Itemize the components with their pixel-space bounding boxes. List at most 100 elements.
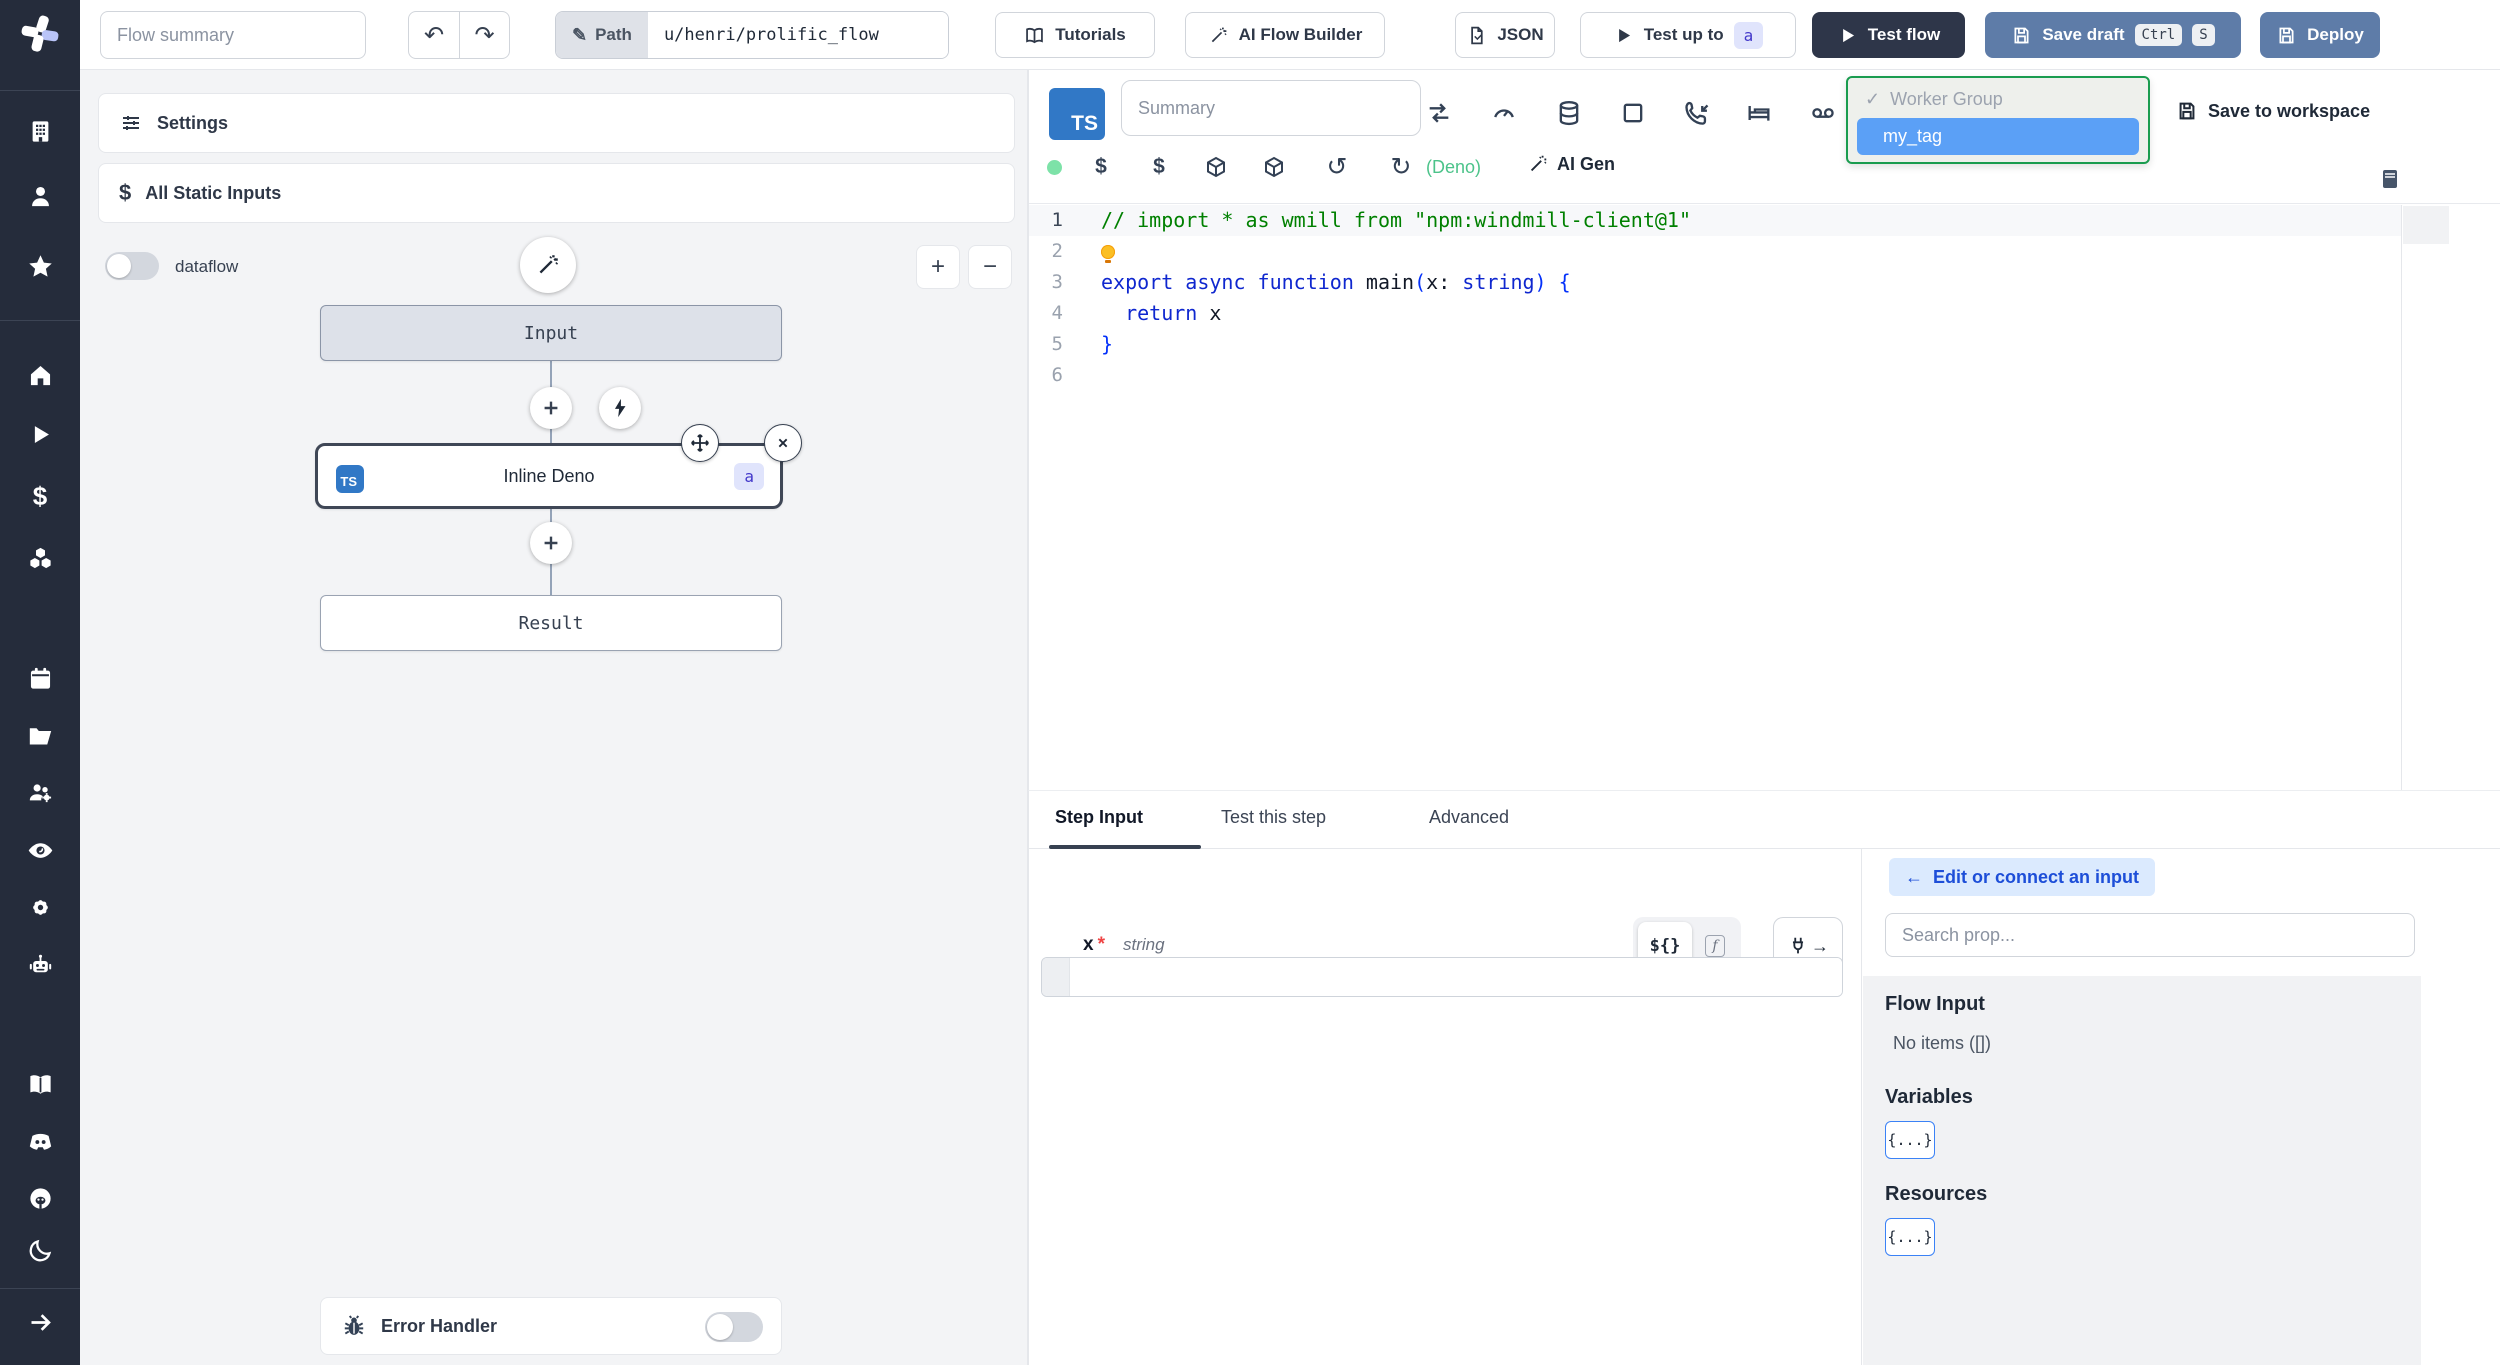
insert-step-button[interactable] <box>530 387 572 429</box>
code-lines[interactable]: 1// import * as wmill from "npm:windmill… <box>1029 205 2401 391</box>
test-up-to-button[interactable]: Test up to a <box>1580 12 1796 58</box>
field-value-container <box>1041 957 1843 997</box>
reload-icon[interactable]: ↻ <box>1384 150 1418 184</box>
move-step-handle[interactable] <box>681 424 719 462</box>
tab-step-input[interactable]: Step Input <box>1055 807 1143 828</box>
edit-or-connect-button[interactable]: ← Edit or connect an input <box>1889 858 2155 896</box>
field-value-input[interactable] <box>1070 958 1842 996</box>
early-stop-square-icon[interactable] <box>1615 95 1651 131</box>
user-icon[interactable] <box>16 172 64 220</box>
dollar-icon: $ <box>119 180 132 205</box>
save-to-workspace-button[interactable]: Save to workspace <box>2176 100 2370 122</box>
sidebar-divider <box>0 320 80 321</box>
retry-icon[interactable] <box>1421 95 1457 131</box>
favorites-star-icon[interactable] <box>16 242 64 290</box>
path-group[interactable]: ✎ Path <box>555 11 949 59</box>
ai-wand-button[interactable] <box>520 237 576 293</box>
worker-group-dropdown: ✓ Worker Group my_tag <box>1846 76 2150 164</box>
delete-step-button[interactable] <box>764 424 802 462</box>
workers-robot-icon[interactable] <box>16 941 64 989</box>
audit-eye-icon[interactable] <box>16 826 64 874</box>
worker-group-header-label: Worker Group <box>1890 89 2003 109</box>
concurrency-gauge-icon[interactable] <box>1486 95 1522 131</box>
tutorials-button[interactable]: Tutorials <box>995 12 1155 58</box>
ai-gen-button[interactable]: AI Gen <box>1527 153 1615 175</box>
docs-book-icon[interactable] <box>16 1060 64 1108</box>
all-static-inputs-button[interactable]: $ All Static Inputs <box>98 163 1015 223</box>
suspend-phone-icon[interactable] <box>1679 95 1715 131</box>
library-book-icon[interactable] <box>2373 162 2407 196</box>
kbd-ctrl: Ctrl <box>2134 24 2183 46</box>
error-handler-toggle[interactable] <box>705 1312 763 1342</box>
deploy-button[interactable]: Deploy <box>2260 12 2380 58</box>
save-icon <box>2179 102 2195 120</box>
package-icon[interactable] <box>1257 150 1291 184</box>
runs-play-icon[interactable] <box>16 410 64 458</box>
arrow-left-icon: ← <box>1905 866 1923 887</box>
dark-mode-moon-icon[interactable] <box>16 1226 64 1274</box>
cache-database-icon[interactable] <box>1551 95 1587 131</box>
home-icon[interactable] <box>16 351 64 399</box>
schedules-calendar-icon[interactable] <box>16 654 64 702</box>
trigger-bolt-button[interactable] <box>599 387 641 429</box>
path-chip[interactable]: ✎ Path <box>556 12 648 58</box>
deno-runtime-label[interactable]: (Deno) <box>1426 157 1481 178</box>
resources-cubes-icon[interactable] <box>16 534 64 582</box>
all-static-inputs-label: All Static Inputs <box>145 182 282 203</box>
settings-gear-icon[interactable] <box>16 883 64 931</box>
zoom-out-button[interactable]: − <box>968 245 1012 289</box>
inline-deno-label: Inline Deno <box>503 465 595 486</box>
workspace-building-icon[interactable] <box>16 107 64 155</box>
sleep-bed-icon[interactable] <box>1741 95 1777 131</box>
step-detail-panel: Step Input Test this step Advanced x * s… <box>1028 790 2500 1365</box>
step-summary-input[interactable] <box>1121 80 1421 136</box>
typescript-badge: TS <box>336 465 364 493</box>
history-icon[interactable]: ↺ <box>1320 150 1354 184</box>
windmill-logo[interactable] <box>16 10 64 58</box>
json-button[interactable]: JSON <box>1455 12 1555 58</box>
tutorials-label: Tutorials <box>1055 25 1126 44</box>
path-value-input[interactable] <box>647 12 948 58</box>
variables-dollar-icon[interactable]: $ <box>16 472 64 520</box>
mock-pipe-icon[interactable] <box>1805 95 1841 131</box>
code-right-border <box>2401 205 2402 790</box>
insert-step-button[interactable] <box>530 522 572 564</box>
plus-icon <box>544 401 558 415</box>
tab-advanced[interactable]: Advanced <box>1429 807 1509 828</box>
folders-icon[interactable] <box>16 711 64 759</box>
tab-test-this-step[interactable]: Test this step <box>1221 807 1326 828</box>
error-handler-card[interactable]: Error Handler <box>320 1297 782 1355</box>
worker-group-option-selected[interactable]: my_tag <box>1857 118 2139 155</box>
save-draft-button[interactable]: Save draft Ctrl S <box>1985 12 2241 58</box>
dataflow-toggle[interactable] <box>105 252 159 280</box>
expand-sidebar-arrow-icon[interactable] <box>16 1298 64 1346</box>
redo-button[interactable]: ↷ <box>459 12 509 58</box>
flow-settings-label: Settings <box>157 112 229 133</box>
discord-icon[interactable] <box>16 1117 64 1165</box>
path-dollar-icon[interactable]: $ <box>1084 150 1118 184</box>
worker-group-header[interactable]: ✓ Worker Group <box>1857 85 2139 118</box>
typescript-lang-badge: TS <box>1049 88 1105 140</box>
undo-button[interactable]: ↶ <box>409 12 459 58</box>
flow-input-heading: Flow Input <box>1885 993 1985 1015</box>
github-icon[interactable] <box>16 1174 64 1222</box>
resources-braces-chip[interactable]: {...} <box>1885 1218 1935 1256</box>
save-icon <box>2279 27 2294 43</box>
zoom-in-button[interactable]: + <box>916 245 960 289</box>
package-icon[interactable] <box>1199 150 1233 184</box>
ai-flow-builder-button[interactable]: AI Flow Builder <box>1185 12 1385 58</box>
variables-braces-chip[interactable]: {...} <box>1885 1121 1935 1159</box>
variable-dollar-icon[interactable]: $ <box>1142 150 1176 184</box>
test-flow-button[interactable]: Test flow <box>1812 12 1965 58</box>
input-node[interactable]: Input <box>320 305 782 361</box>
required-asterisk: * <box>1097 934 1105 955</box>
dataflow-label: dataflow <box>175 257 239 276</box>
field-grip[interactable] <box>1042 958 1070 996</box>
groups-settings-icon[interactable] <box>16 768 64 816</box>
search-prop-input[interactable] <box>1885 913 2415 957</box>
flow-summary-input[interactable] <box>100 11 366 59</box>
variables-heading: Variables <box>1885 1086 1973 1108</box>
result-node[interactable]: Result <box>320 595 782 651</box>
flow-panel: Settings $ All Static Inputs dataflow + … <box>80 70 1028 1365</box>
flow-settings-button[interactable]: Settings <box>98 93 1015 153</box>
